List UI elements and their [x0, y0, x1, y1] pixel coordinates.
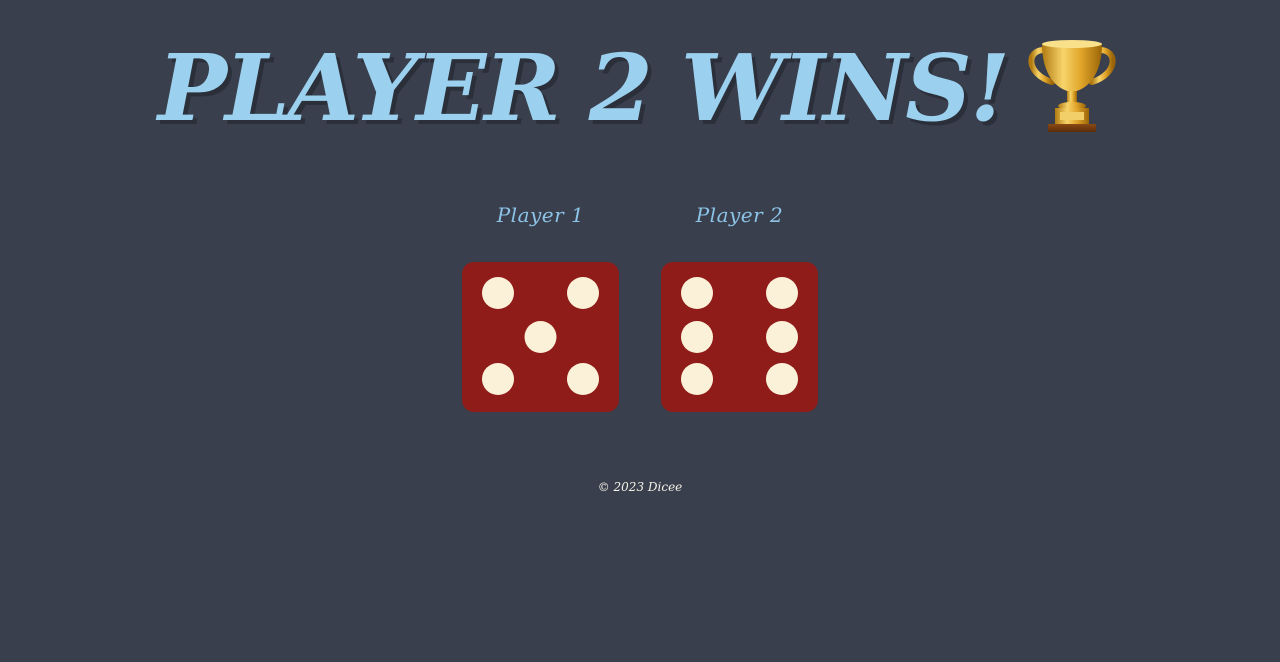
player-1-die: [462, 262, 619, 412]
game-page: PLAYER 2 WINS! Player 1 Player 2 © 2023 …: [0, 0, 1280, 662]
die-pip: [681, 277, 713, 309]
die-pip: [567, 363, 599, 395]
result-header: PLAYER 2 WINS!: [0, 28, 1280, 148]
die-pip: [482, 363, 514, 395]
player-2: Player 2: [661, 200, 818, 412]
trophy-icon: [1022, 36, 1122, 136]
die-pip: [567, 277, 599, 309]
die-pip: [766, 321, 798, 353]
player-2-die: [661, 262, 818, 412]
player-2-label: Player 2: [695, 203, 784, 227]
die-pip: [766, 363, 798, 395]
die-pip: [766, 277, 798, 309]
die-pip: [681, 363, 713, 395]
die-pip: [482, 277, 514, 309]
player-1: Player 1: [462, 200, 619, 412]
die-pip: [681, 321, 713, 353]
footer-copyright: © 2023 Dicee: [597, 480, 683, 494]
winner-title: PLAYER 2 WINS!: [157, 34, 1010, 142]
die-pip: [524, 321, 557, 353]
players-area: Player 1 Player 2: [0, 200, 1280, 412]
player-1-label: Player 1: [496, 203, 585, 227]
